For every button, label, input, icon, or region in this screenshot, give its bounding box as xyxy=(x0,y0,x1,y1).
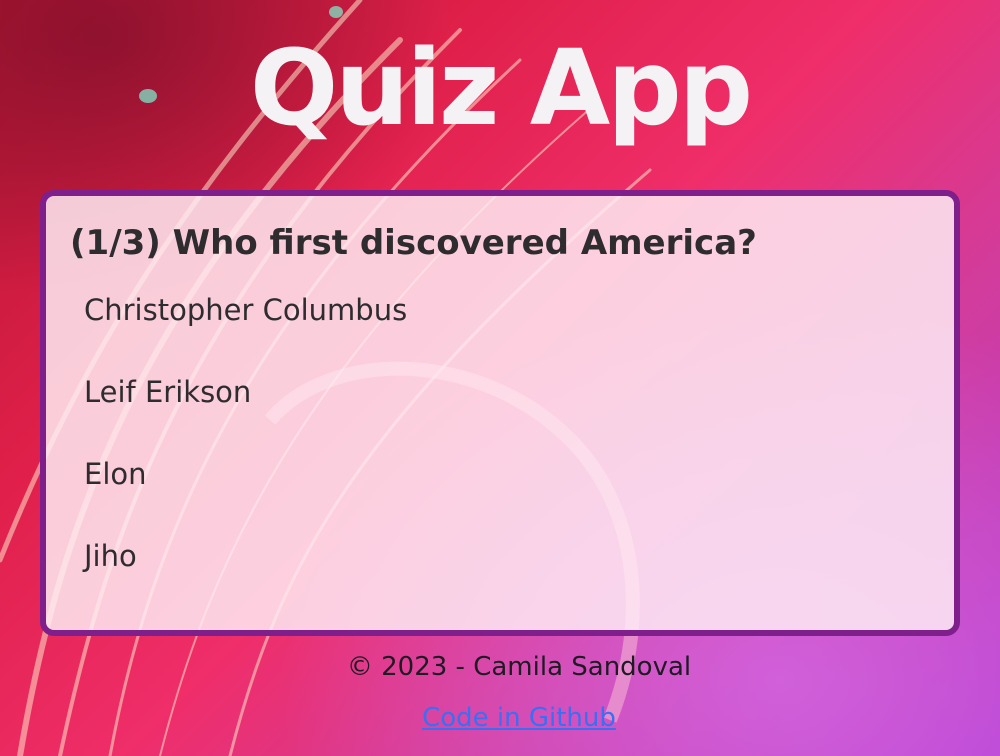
answer-option-elon[interactable]: Elon xyxy=(84,456,407,538)
answer-list: Christopher Columbus Leif Erikson Elon J… xyxy=(84,292,407,620)
footer-copyright: © 2023 - Camila Sandoval xyxy=(346,652,692,682)
answer-option-leif-erikson[interactable]: Leif Erikson xyxy=(84,374,407,456)
quiz-card: (1/3) Who first discovered America? Chri… xyxy=(40,190,960,636)
question-text: (1/3) Who first discovered America? xyxy=(70,223,757,263)
answer-option-jiho[interactable]: Jiho xyxy=(84,538,407,620)
github-link[interactable]: Code in Github xyxy=(0,700,1000,736)
answer-option-christopher-columbus[interactable]: Christopher Columbus xyxy=(84,292,407,374)
app-title: Quiz App xyxy=(249,27,753,149)
